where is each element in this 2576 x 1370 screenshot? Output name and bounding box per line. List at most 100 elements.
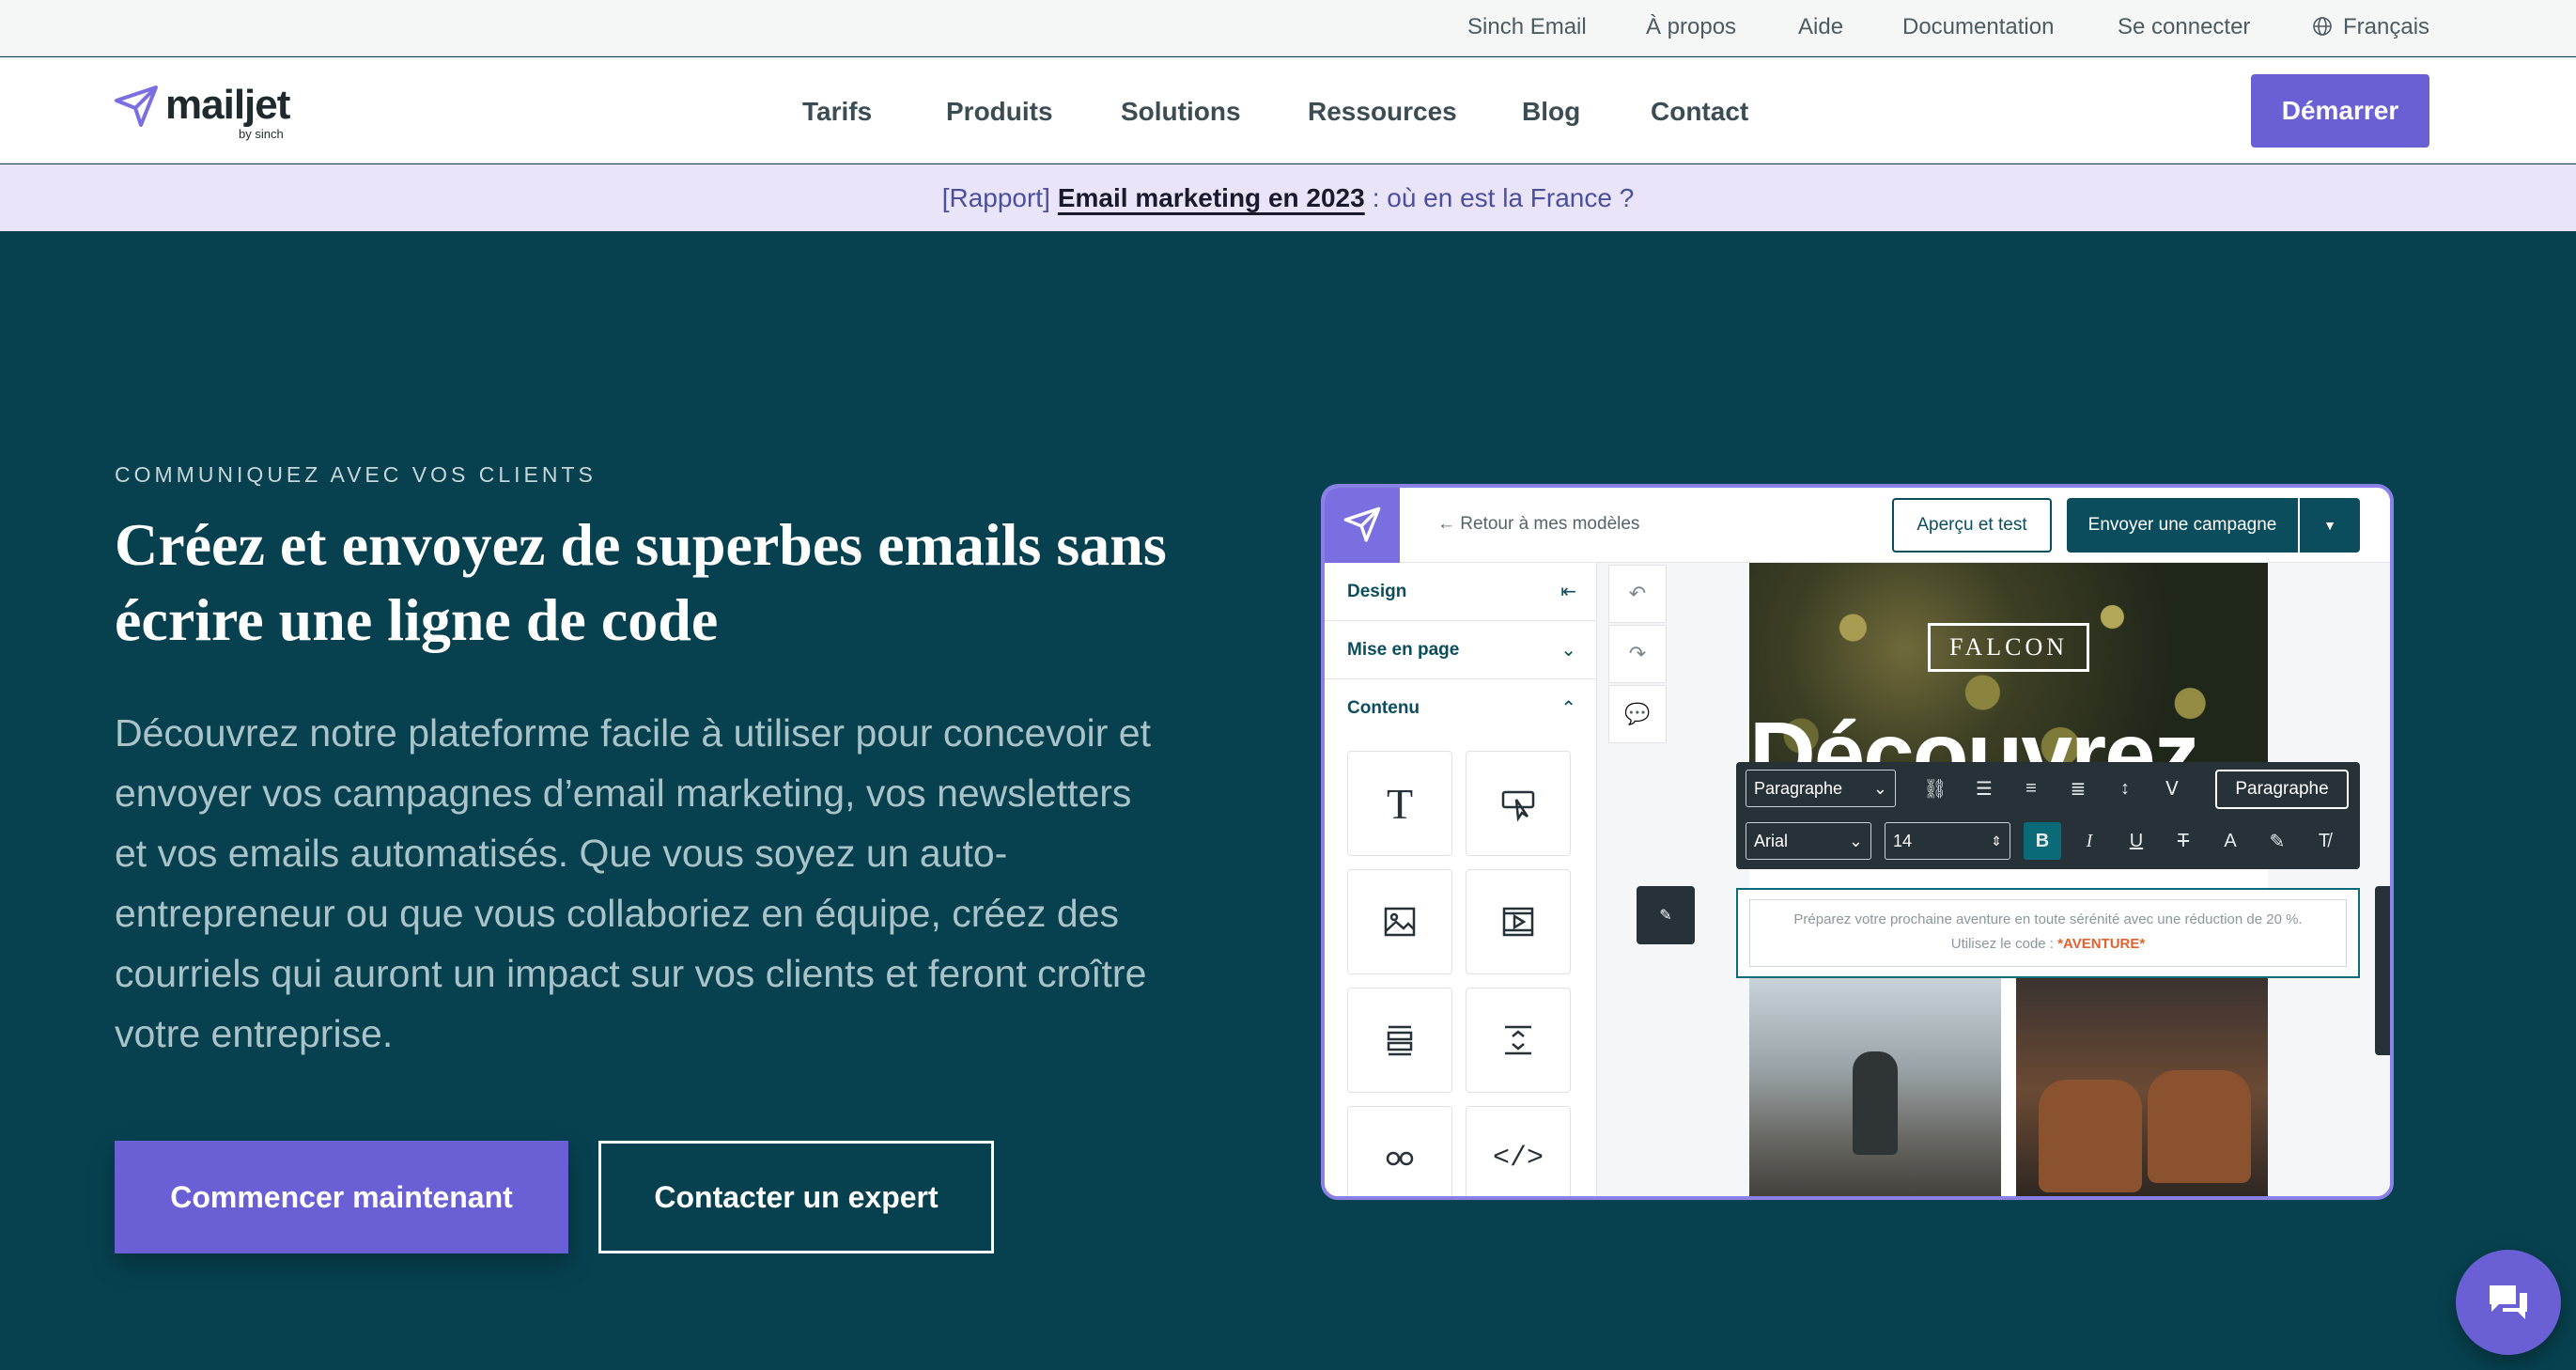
unlink-icon[interactable]: ⛓ [1916,770,1954,807]
section-block-tile[interactable] [1347,988,1452,1093]
italic-icon[interactable]: I [2071,822,2108,860]
editor-logo [1325,488,1400,563]
edit-block-button[interactable]: ✎ [1637,886,1695,944]
language-selector[interactable]: Français [2343,14,2429,40]
font-size-stepper[interactable]: 14 ⇕ [1885,822,2010,860]
stepper-icon: ⇕ [1991,833,2002,848]
editor-topbar: ← Retour à mes modèles Aperçu et test En… [1400,488,2390,563]
chevron-down-icon: ⌄ [1848,831,1863,850]
logo-byline: by sinch [239,127,284,141]
clear-format-icon[interactable]: T̸ [2305,822,2343,860]
spacer-block-tile[interactable] [1466,988,1571,1093]
chat-button[interactable] [2456,1250,2561,1355]
duplicate-block-button[interactable]: ⧉ [2375,999,2390,1055]
link-se-connecter[interactable]: Se connecter [2118,14,2250,40]
nav-tarifs[interactable]: Tarifs [802,97,872,127]
section-content-label: Contenu [1347,698,1420,718]
text-format-toolbar: Paragraphe ⌄ ⛓ ☰ ≡ ≣ ↕ Ⅴ Paragraphe Aria… [1736,762,2360,869]
collapse-panel-icon[interactable]: ⇤ [1560,580,1576,603]
section-mise-en-page[interactable]: Mise en page ⌄ [1325,621,1597,679]
redo-button[interactable]: ↷ [1608,625,1667,683]
font-family-select[interactable]: Arial ⌄ [1746,822,1871,860]
html-block-tile[interactable]: </> [1466,1106,1571,1196]
banner-suffix: : où en est la France ? [1372,182,1635,212]
block-actions: 🗨 🗑 ⧉ [2375,886,2394,1055]
boots-photo [2016,976,2268,1196]
commencer-button[interactable]: Commencer maintenant [115,1141,568,1253]
link-documentation[interactable]: Documentation [1902,14,2054,40]
highlight-pen-icon[interactable]: ✎ [2258,822,2296,860]
video-block-tile[interactable] [1466,869,1571,974]
selected-text-block[interactable]: Préparez votre prochaine aventure en tou… [1736,888,2360,978]
globe-icon [2313,17,2332,36]
banner-link[interactable]: Email marketing en 2023 [1058,183,1365,213]
email-canvas: FALCON Découvrez Paragraphe ⌄ ⛓ ☰ ≡ ≣ ↕ … [1637,563,2390,1196]
comment-block-button[interactable]: 🗨 [2375,886,2390,942]
bullet-list-icon[interactable]: ☰ [1965,770,2003,807]
paper-plane-icon [1343,506,1381,542]
section-contenu[interactable]: Contenu ⌃ [1325,679,1597,738]
text-block-content[interactable]: Préparez votre prochaine aventure en tou… [1749,899,2347,967]
block-type-select[interactable]: Paragraphe ⌄ [1746,770,1896,807]
video-icon [1502,907,1534,937]
link-a-propos[interactable]: À propos [1646,14,1736,40]
code-prefix: Utilisez le code : [1950,936,2058,952]
chat-icon [2490,1285,2527,1319]
button-block-tile[interactable] [1466,751,1571,856]
boot-left [2039,1080,2142,1192]
undo-button[interactable]: ↶ [1608,565,1667,623]
image-block-tile[interactable] [1347,869,1452,974]
social-block-tile[interactable] [1347,1106,1452,1196]
link-sinch-email[interactable]: Sinch Email [1467,14,1587,40]
bold-icon[interactable]: B [2024,822,2061,860]
social-icon [1386,1151,1414,1166]
font-family-value: Arial [1754,831,1789,850]
promo-code: *AVENTURE* [2057,936,2146,952]
back-label: Retour à mes modèles [1460,514,1640,534]
send-campaign-button[interactable]: Envoyer une campagne [2067,498,2298,553]
trash-icon: 🗑 [2392,959,2394,983]
preview-test-button[interactable]: Aperçu et test [1892,498,2052,553]
link-aide[interactable]: Aide [1798,14,1843,40]
send-dropdown-button[interactable]: ▼ [2300,498,2360,553]
falcon-logo: FALCON [1928,623,2089,672]
paragraph-style-button[interactable]: Paragraphe [2215,770,2349,809]
align-left-icon[interactable]: ≣ [2059,770,2097,807]
block-type-value: Paragraphe [1754,778,1843,798]
section-layout-label: Mise en page [1347,640,1460,660]
boot-right [2148,1070,2251,1183]
nav-blog[interactable]: Blog [1522,97,1580,127]
comments-button[interactable]: 💬 [1608,685,1667,743]
nav-ressources[interactable]: Ressources [1308,97,1457,127]
underline-icon[interactable]: U [2118,822,2155,860]
section-design[interactable]: Design ⇤ [1325,563,1597,621]
text-block-tile[interactable]: T [1347,751,1452,856]
nav-contact[interactable]: Contact [1651,97,1748,127]
text-color-icon[interactable]: A [2211,822,2249,860]
nav-produits[interactable]: Produits [946,97,1053,127]
back-to-templates[interactable]: ← Retour à mes modèles [1437,514,1639,535]
demarrer-button[interactable]: Démarrer [2251,74,2429,148]
text-line-1: Préparez votre prochaine aventure en tou… [1793,911,2303,927]
hiker-photo [1749,976,2001,1196]
contacter-expert-button[interactable]: Contacter un expert [598,1141,994,1253]
pencil-icon: ✎ [1659,908,1672,924]
delete-block-button[interactable]: 🗑 [2375,942,2394,999]
letter-spacing-icon[interactable]: Ⅴ [2153,770,2191,807]
nav-solutions[interactable]: Solutions [1121,97,1241,127]
banner-prefix: [Rapport] [941,182,1050,212]
button-cursor-icon [1501,790,1535,822]
hero-description: Découvrez notre plateforme facile à util… [115,711,1151,1055]
line-height-icon[interactable]: ↕ [2106,770,2144,807]
text-icon: T [1386,779,1414,828]
code-icon: </> [1492,1143,1544,1175]
caret-down-icon: ▼ [2323,518,2336,533]
image-icon [1384,907,1416,937]
mailjet-logo[interactable]: mailjet by sinch [113,80,319,141]
numbered-list-icon[interactable]: ≡ [2012,770,2050,807]
main-nav: mailjet by sinch Tarifs Produits Solutio… [0,57,2576,163]
rows-icon [1387,1025,1413,1056]
strikethrough-icon[interactable]: T [2165,822,2202,860]
undo-icon: ↶ [1628,582,1647,605]
editor-mockup: ← Retour à mes modèles Aperçu et test En… [1321,484,2394,1200]
